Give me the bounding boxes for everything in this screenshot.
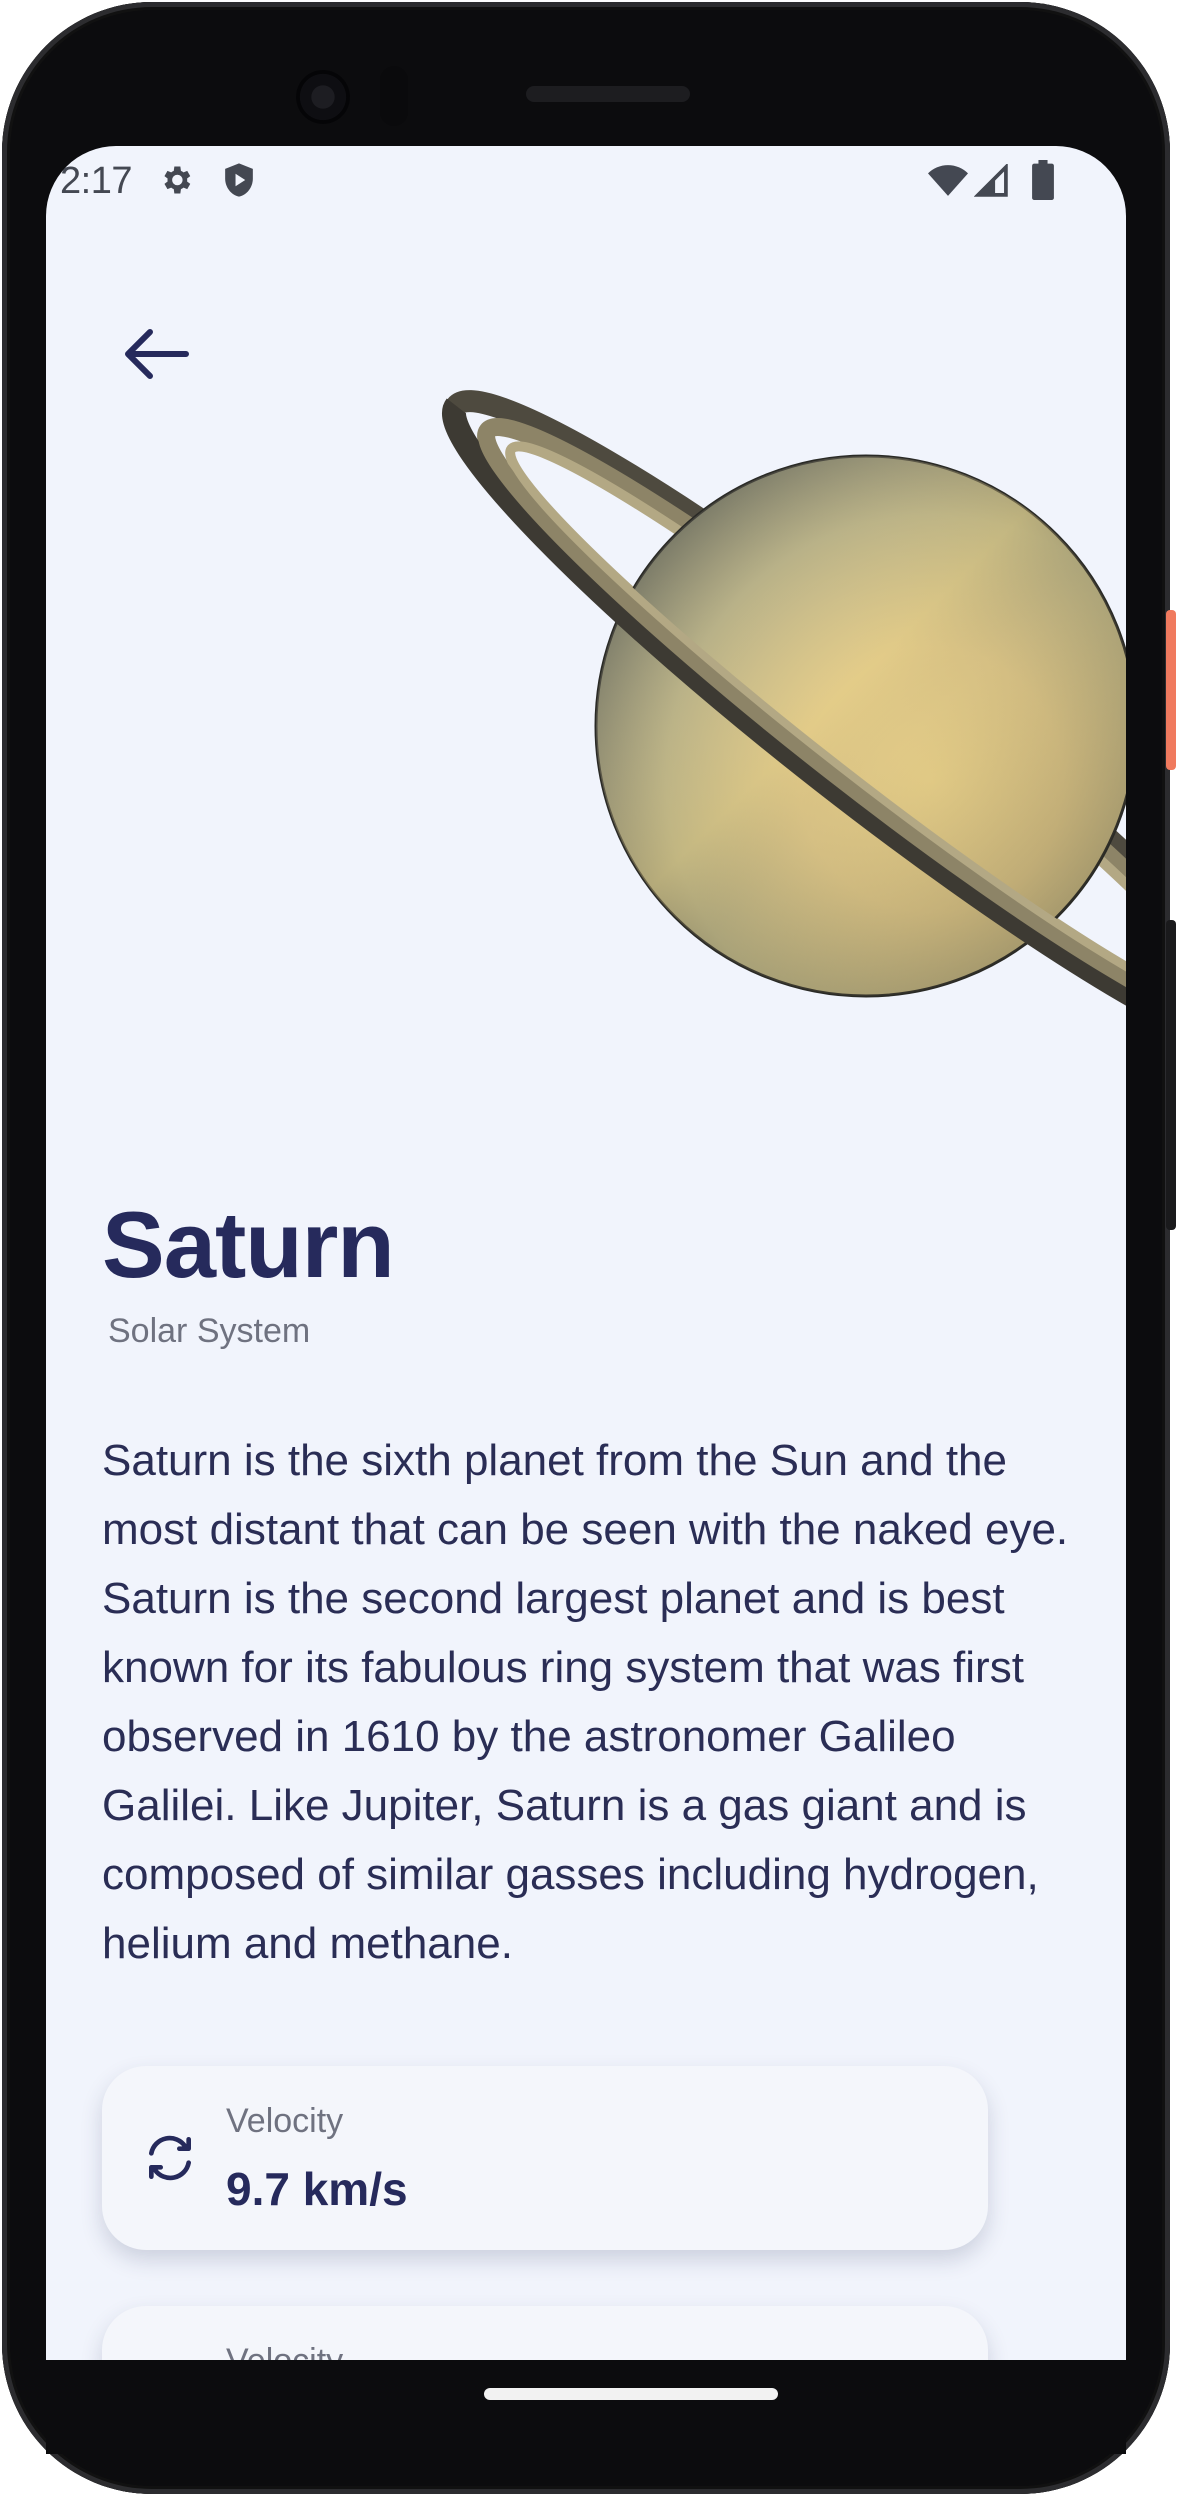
- volume-button: [1166, 920, 1176, 1230]
- stat-value: 9.7 km/s: [226, 2163, 408, 2215]
- battery-icon: [1032, 160, 1054, 205]
- home-indicator[interactable]: [484, 2388, 778, 2400]
- earpiece-speaker: [526, 86, 690, 102]
- front-camera: [296, 70, 350, 124]
- app-screen: 2:17 Saturn Solar System Saturn is the s…: [46, 146, 1126, 2360]
- status-bar: 2:17: [46, 146, 1126, 212]
- shield-play-icon: [222, 162, 256, 203]
- planet-name: Saturn: [102, 1192, 395, 1297]
- navigation-bar: [46, 2360, 1126, 2454]
- wifi-icon: [928, 164, 968, 201]
- stat-label: Velocity: [226, 2342, 343, 2360]
- planet-system: Solar System: [108, 1312, 311, 1350]
- back-button[interactable]: [106, 306, 202, 402]
- stat-card-velocity-2: Velocity: [102, 2306, 988, 2360]
- stat-card-velocity: Velocity 9.7 km/s: [102, 2066, 988, 2250]
- sync-icon: [142, 2130, 198, 2191]
- planet-image: [346, 206, 1126, 1206]
- power-button: [1166, 610, 1176, 770]
- stat-label: Velocity: [226, 2102, 344, 2140]
- status-time: 2:17: [60, 160, 132, 202]
- proximity-sensor: [380, 66, 408, 126]
- planet-description: Saturn is the sixth planet from the Sun …: [102, 1436, 1069, 1968]
- signal-icon: [973, 162, 1010, 203]
- gear-icon: [158, 162, 194, 203]
- arrow-left-icon: [125, 329, 189, 379]
